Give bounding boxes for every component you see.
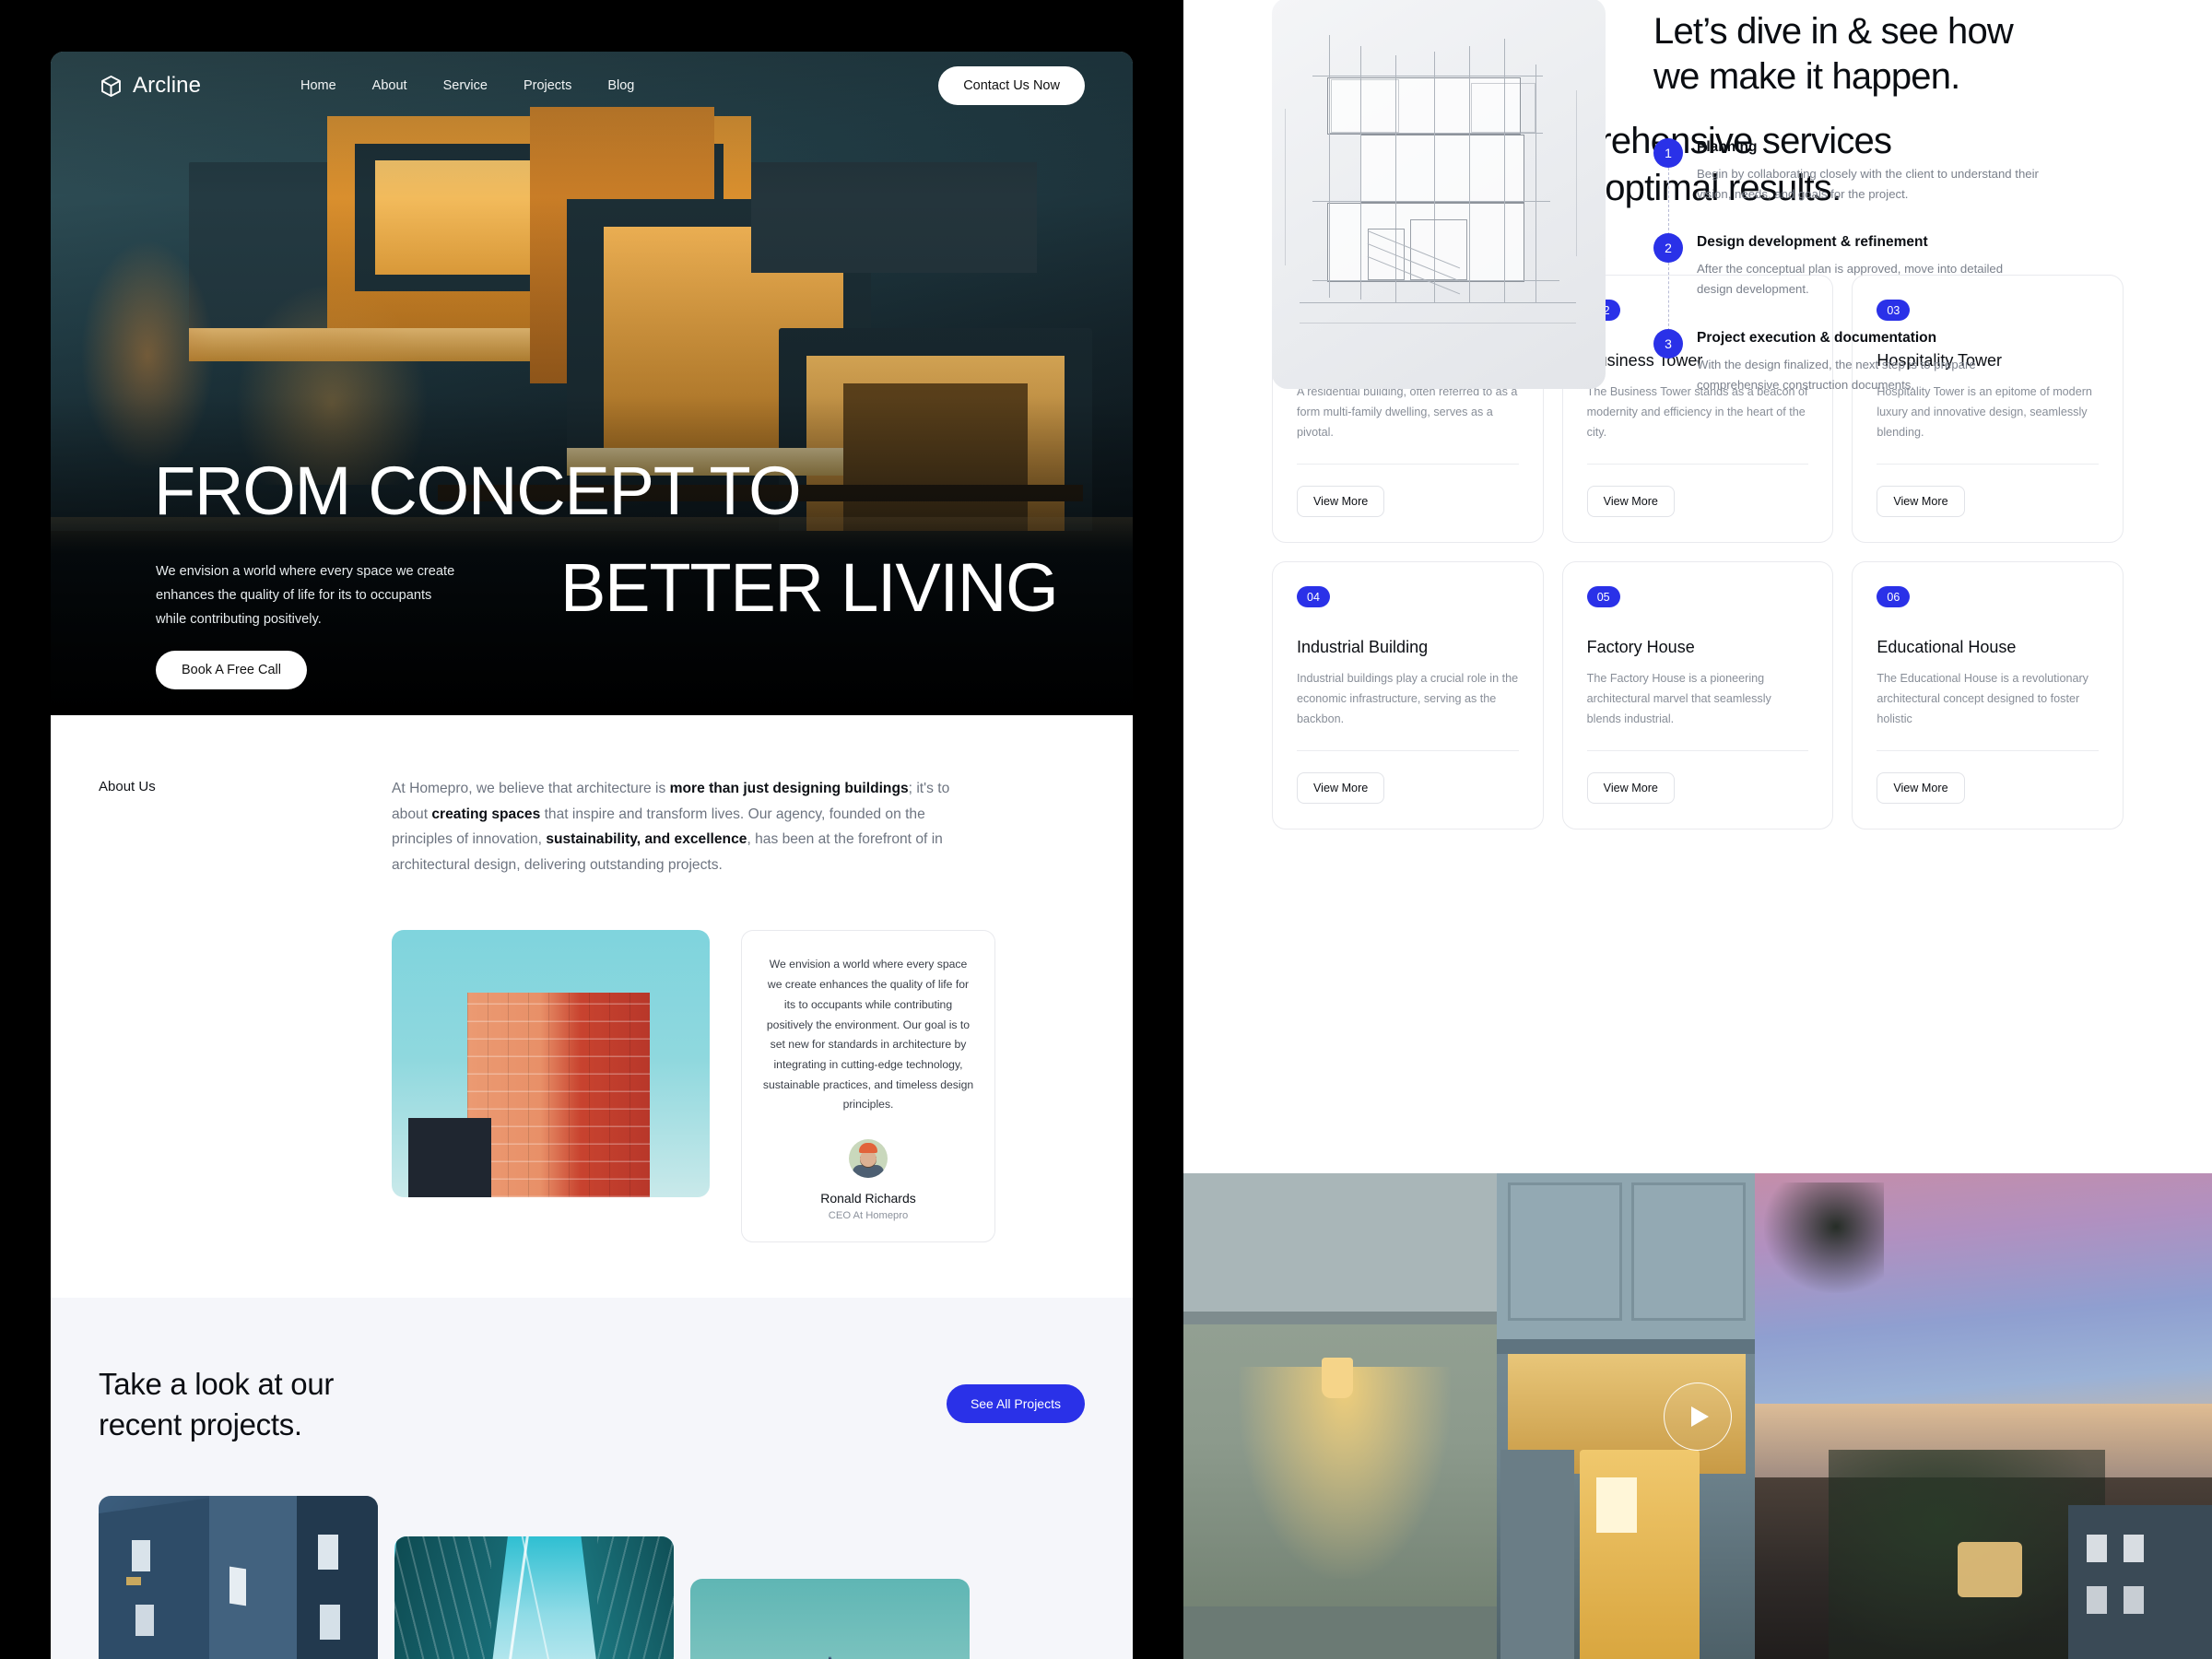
- service-number-badge: 05: [1586, 586, 1620, 608]
- step-number-badge: 3: [1653, 329, 1683, 359]
- book-a-free-call-button[interactable]: Book A Free Call: [156, 651, 307, 689]
- view-more-button[interactable]: View More: [1877, 772, 1965, 805]
- testimonial-author: Ronald Richards: [820, 1191, 916, 1206]
- projects-title: Take a look at our recent projects.: [99, 1364, 334, 1445]
- nav-item-blog[interactable]: Blog: [607, 78, 634, 93]
- service-title: Educational House: [1877, 638, 2017, 657]
- nav-item-about[interactable]: About: [372, 78, 407, 93]
- step-description: With the design finalized, the next step…: [1697, 358, 1976, 393]
- service-title: Factory House: [1586, 638, 1695, 657]
- service-description: Industrial buildings play a crucial role…: [1297, 672, 1519, 725]
- projects-section: Take a look at our recent projects. See …: [51, 1298, 1133, 1659]
- about-building-photo: [392, 930, 710, 1198]
- right-page-column: Let’s dive in & see how we make it happe…: [1183, 0, 2212, 1659]
- avatar: [849, 1139, 888, 1179]
- divider: [1586, 464, 1809, 465]
- service-number-badge: 06: [1877, 586, 1911, 608]
- service-card[interactable]: 06 Educational House The Educational Hou…: [1852, 561, 2124, 830]
- about-paragraph: At Homepro, we believe that architecture…: [392, 781, 950, 873]
- service-description: A residential building, often referred t…: [1297, 385, 1518, 439]
- divider: [1297, 464, 1519, 465]
- nav-item-service[interactable]: Service: [443, 78, 488, 93]
- cube-icon: [99, 74, 124, 99]
- projects-title-line-2: recent projects.: [99, 1407, 302, 1442]
- step-number-badge: 1: [1653, 137, 1683, 168]
- step-number-badge: 2: [1653, 233, 1683, 264]
- brand-logo[interactable]: Arcline: [99, 73, 201, 99]
- nav-item-home[interactable]: Home: [300, 78, 336, 93]
- testimonial-card: We envision a world where every space we…: [741, 930, 995, 1243]
- view-more-button[interactable]: View More: [1297, 486, 1385, 518]
- view-more-button[interactable]: View More: [1877, 486, 1965, 518]
- play-icon: [1691, 1406, 1709, 1427]
- process-step: 3 Project execution & documentation With…: [1653, 329, 2114, 395]
- view-more-button[interactable]: View More: [1586, 772, 1675, 805]
- testimonial-text: We envision a world where every space we…: [762, 958, 974, 1112]
- left-page-surface: Arcline Home About Service Projects Blog…: [51, 52, 1133, 1659]
- service-card[interactable]: 05 Factory House The Factory House is a …: [1561, 561, 1834, 830]
- video-section: [1183, 1173, 2212, 1659]
- divider: [1586, 750, 1809, 752]
- view-more-button[interactable]: View More: [1297, 772, 1385, 805]
- hero-section: Arcline Home About Service Projects Blog…: [51, 52, 1133, 715]
- left-page-column: Arcline Home About Service Projects Blog…: [0, 0, 1183, 1659]
- see-all-projects-button[interactable]: See All Projects: [946, 1384, 1085, 1424]
- process-step: 2 Design development & refinement After …: [1653, 233, 2114, 332]
- process-step: 1 Planning Begin by collaborating closel…: [1653, 137, 2114, 236]
- nav-links: Home About Service Projects Blog: [300, 78, 634, 93]
- hero-title-line-2: BETTER LIVING: [560, 549, 1059, 626]
- service-title: Industrial Building: [1297, 638, 1429, 657]
- dive-heading-line-1: Let’s dive in & see how: [1653, 11, 2014, 52]
- page-root: Arcline Home About Service Projects Blog…: [0, 0, 2212, 1659]
- about-section: About Us At Homepro, we believe that arc…: [51, 715, 1133, 1299]
- service-description: The Factory House is a pioneering archit…: [1586, 672, 1771, 725]
- process-steps: 1 Planning Begin by collaborating closel…: [1653, 137, 2114, 395]
- brand-name: Arcline: [133, 73, 202, 98]
- project-card-2[interactable]: [394, 1535, 674, 1659]
- service-card[interactable]: 04 Industrial Building Industrial buildi…: [1272, 561, 1544, 830]
- hero-subtitle: We envision a world where every space we…: [156, 564, 455, 627]
- project-card-1[interactable]: [99, 1495, 378, 1659]
- step-title: Project execution & documentation: [1697, 330, 1937, 347]
- contact-us-button[interactable]: Contact Us Now: [938, 66, 1085, 105]
- architectural-sketch-image: [1272, 0, 1606, 389]
- dive-heading-line-2: we make it happen.: [1653, 55, 1960, 97]
- divider: [1297, 750, 1519, 752]
- view-more-button[interactable]: View More: [1586, 486, 1675, 518]
- projects-grid: [99, 1495, 1085, 1659]
- divider: [1877, 750, 2099, 752]
- hero-title-line-1: FROM CONCEPT TO: [154, 453, 802, 529]
- step-title: Planning: [1697, 138, 1758, 155]
- about-label: About Us: [99, 779, 156, 794]
- testimonial-role: CEO At Homepro: [828, 1210, 909, 1222]
- service-description: The Educational House is a revolutionary…: [1877, 672, 2088, 725]
- projects-title-line-1: Take a look at our: [99, 1367, 335, 1402]
- nav-item-projects[interactable]: Projects: [524, 78, 571, 93]
- step-description: After the conceptual plan is approved, m…: [1697, 262, 2004, 297]
- play-video-button[interactable]: [1664, 1382, 1732, 1451]
- dive-heading: Let’s dive in & see how we make it happe…: [1653, 9, 2114, 100]
- divider: [1877, 464, 2099, 465]
- step-description: Begin by collaborating closely with the …: [1697, 166, 2039, 201]
- process-section: Let’s dive in & see how we make it happe…: [1653, 9, 2114, 395]
- service-number-badge: 04: [1297, 586, 1330, 608]
- step-title: Design development & refinement: [1697, 234, 1928, 251]
- main-navigation: Arcline Home About Service Projects Blog…: [51, 52, 1133, 120]
- project-card-3[interactable]: [690, 1578, 970, 1659]
